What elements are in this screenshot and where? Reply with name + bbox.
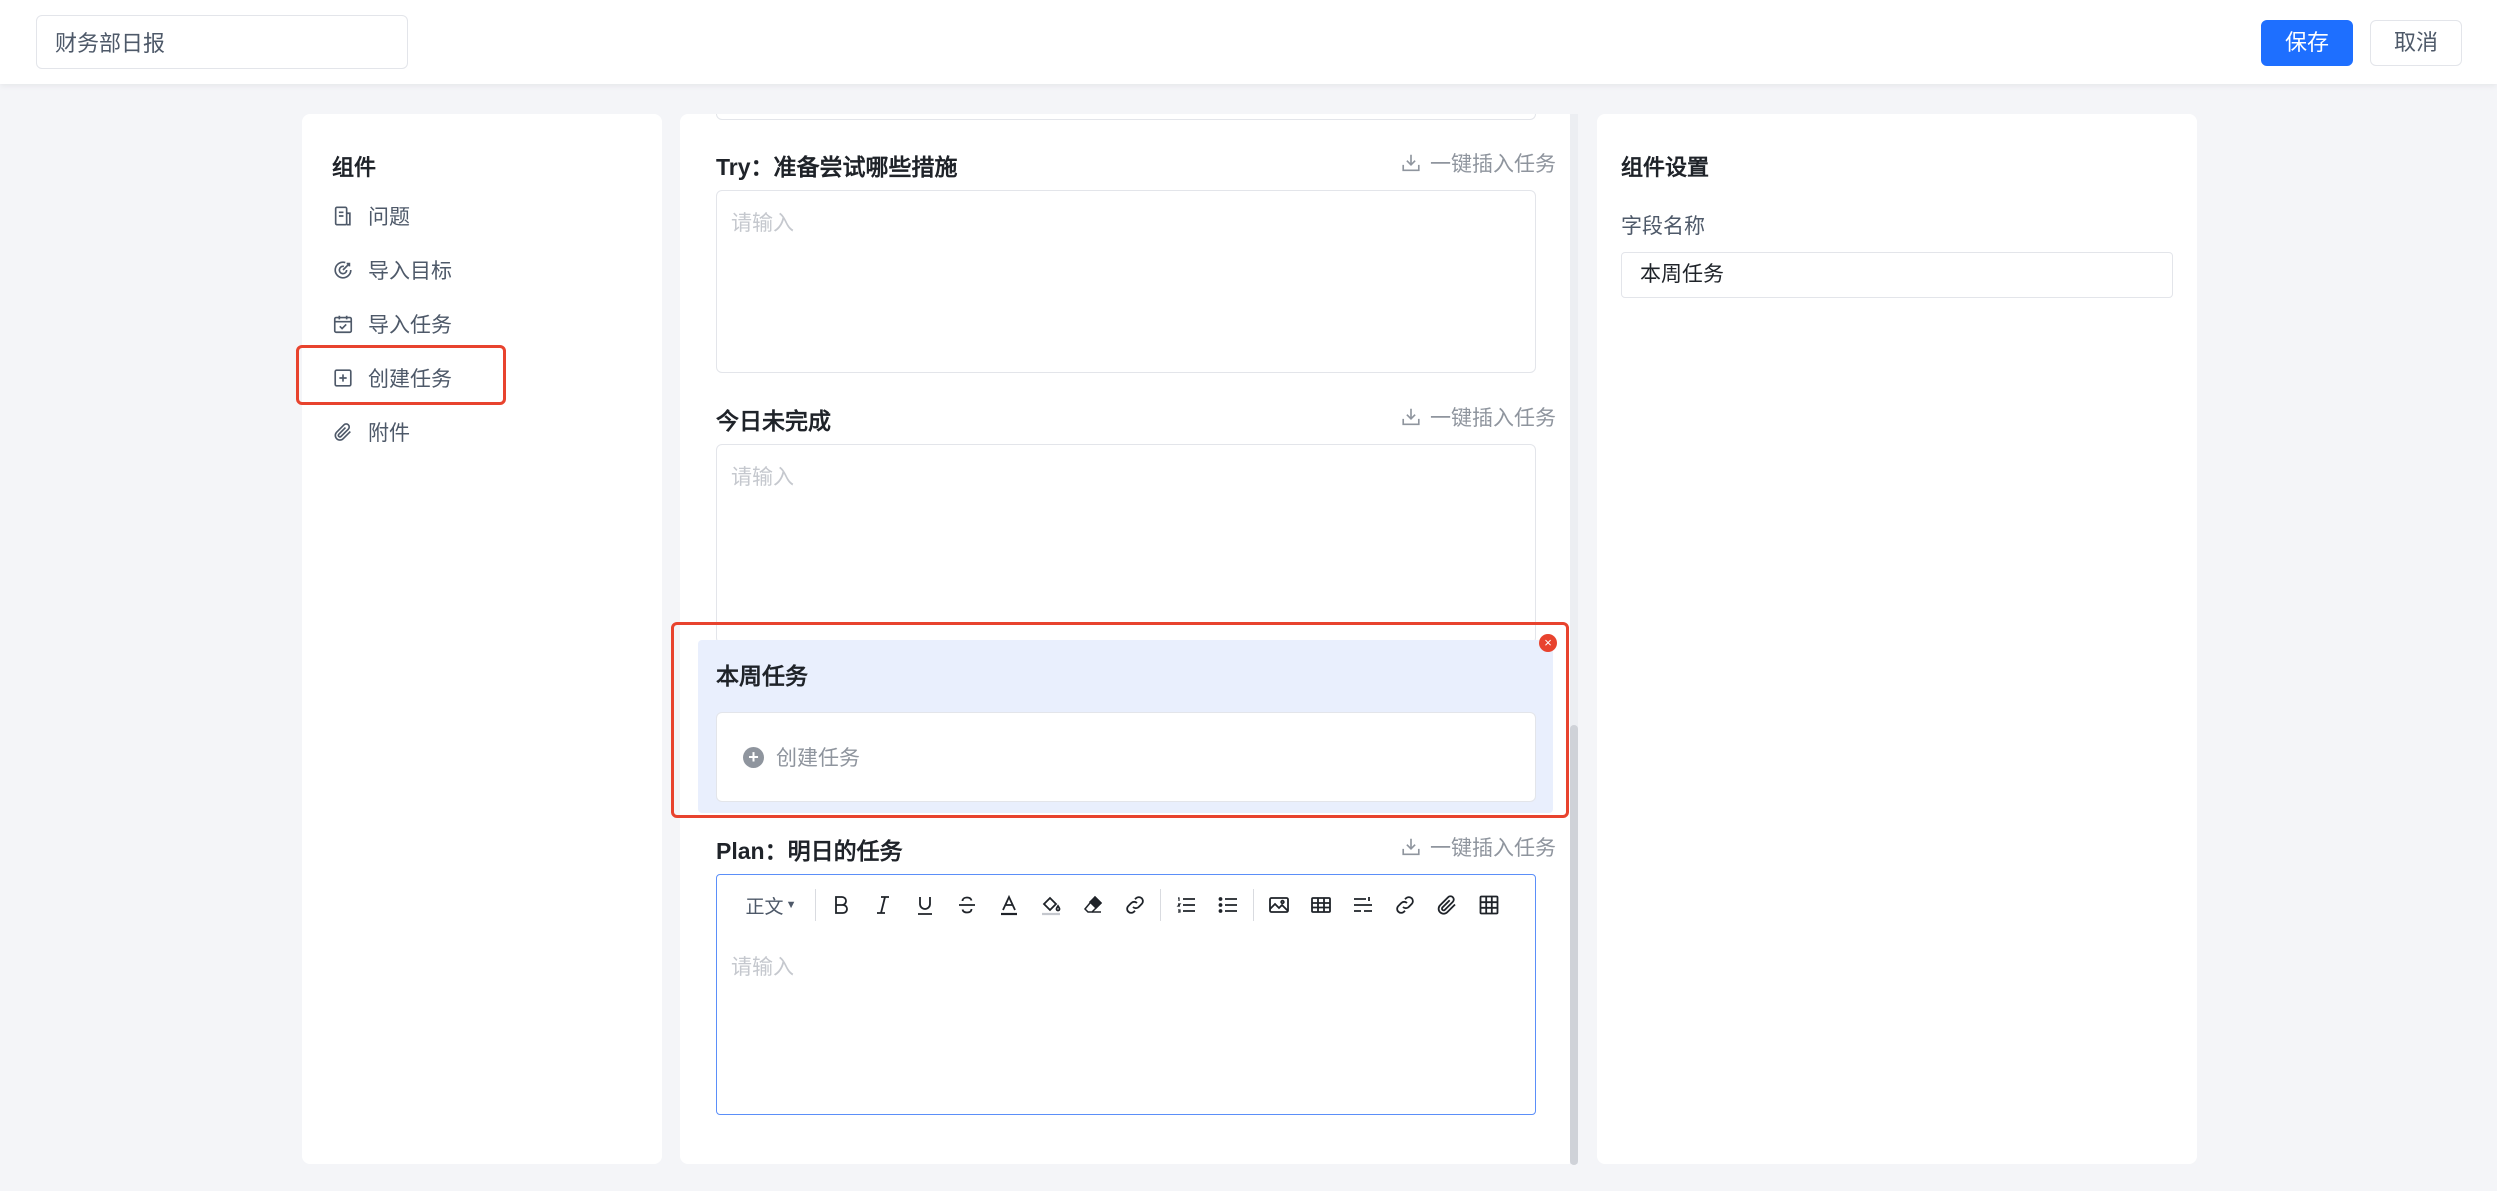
field-name-input[interactable]: 本周任务 — [1621, 252, 2173, 298]
download-tray-icon — [1402, 838, 1420, 856]
editor-placeholder: 请输入 — [731, 956, 794, 979]
save-button[interactable]: 保存 — [2261, 20, 2353, 66]
insert-task-label: 一键插入任务 — [1430, 153, 1556, 176]
report-title-input[interactable] — [36, 15, 408, 69]
insert-task-label: 一键插入任务 — [1430, 837, 1556, 860]
remove-block-icon[interactable]: × — [1539, 634, 1557, 652]
download-tray-icon — [1402, 154, 1420, 172]
component-item-label: 创建任务 — [368, 368, 452, 391]
italic-button[interactable] — [862, 887, 904, 923]
editor-toolbar: 正文 ▼ — [731, 887, 1510, 923]
clear-format-button[interactable] — [1072, 887, 1114, 923]
insert-image-button[interactable] — [1258, 887, 1300, 923]
plus-square-icon — [332, 367, 354, 389]
insert-table-button[interactable] — [1300, 887, 1342, 923]
block-title: 本周任务 — [716, 663, 808, 689]
paperclip-icon — [332, 421, 354, 443]
form-canvas[interactable]: Try：准备尝试哪些措施 一键插入任务 请输入 今日未完成 一键插入任务 请输入… — [680, 114, 1576, 1164]
bold-icon — [835, 896, 848, 914]
insert-task-label: 一键插入任务 — [1430, 407, 1556, 430]
paragraph-style-dropdown[interactable]: 正文 ▼ — [731, 892, 811, 919]
link-icon — [1126, 896, 1144, 914]
font-color-button[interactable] — [988, 887, 1030, 923]
components-title: 组件 — [332, 155, 377, 180]
components-panel: 组件 问题 导入目标 导入任务 创建任务 附件 — [302, 114, 662, 1164]
try-textbox[interactable]: 请输入 — [716, 190, 1536, 373]
component-item-label: 导入任务 — [368, 314, 452, 337]
ordered-list-button[interactable] — [1165, 887, 1207, 923]
top-bar: 保存 取消 — [0, 0, 2497, 84]
component-item-question[interactable]: 问题 — [332, 194, 592, 238]
textbox-placeholder: 请输入 — [731, 466, 794, 489]
strikethrough-button[interactable] — [946, 887, 988, 923]
insert-task-link[interactable]: 一键插入任务 — [1400, 402, 1556, 432]
paperclip-icon — [1437, 895, 1456, 915]
italic-icon — [877, 896, 889, 914]
previous-textbox-edge — [716, 114, 1536, 120]
toolbar-divider — [1253, 889, 1254, 921]
download-tray-icon — [1402, 408, 1420, 426]
bullet-list-icon — [1218, 897, 1237, 913]
document-icon — [332, 205, 354, 227]
cancel-button[interactable]: 取消 — [2370, 20, 2462, 66]
settings-title: 组件设置 — [1621, 155, 1710, 180]
insert-task-link[interactable]: 一键插入任务 — [1400, 148, 1556, 178]
plan-rich-editor[interactable]: 正文 ▼ 请输入 — [716, 874, 1536, 1115]
textbox-placeholder: 请输入 — [731, 212, 794, 235]
strikethrough-icon — [959, 896, 975, 914]
field-name-label: 字段名称 — [1621, 215, 1705, 238]
caret-down-icon: ▼ — [785, 899, 797, 911]
link-button[interactable] — [1114, 887, 1156, 923]
weekly-task-block[interactable]: 本周任务 + 创建任务 — [698, 640, 1553, 813]
unfinished-textbox[interactable]: 请输入 — [716, 444, 1536, 644]
eraser-icon — [1083, 895, 1103, 913]
horizontal-rule-icon — [1354, 897, 1372, 912]
bold-button[interactable] — [820, 887, 862, 923]
attachment-button[interactable] — [1426, 887, 1468, 923]
insert-task-link[interactable]: 一键插入任务 — [1400, 832, 1556, 862]
section-title: Try：准备尝试哪些措施 — [716, 154, 958, 180]
component-item-import-goal[interactable]: 导入目标 — [332, 248, 592, 292]
plus-circle-icon: + — [743, 746, 764, 768]
highlight-color-button[interactable] — [1030, 887, 1072, 923]
settings-panel: 组件设置 字段名称 本周任务 — [1597, 114, 2197, 1164]
font-color-icon — [1001, 894, 1017, 916]
paint-bucket-icon — [1042, 896, 1061, 916]
create-task-button[interactable]: + 创建任务 — [716, 712, 1536, 802]
grid-table-button[interactable] — [1468, 887, 1510, 923]
table-icon — [1311, 897, 1331, 913]
underline-icon — [918, 897, 932, 915]
component-item-label: 问题 — [368, 206, 410, 229]
paragraph-style-label: 正文 — [745, 896, 784, 918]
section-title: 今日未完成 — [716, 408, 831, 434]
divider-button[interactable] — [1342, 887, 1384, 923]
insert-link-button[interactable] — [1384, 887, 1426, 923]
component-item-label: 附件 — [368, 422, 410, 445]
create-task-label: 创建任务 — [776, 747, 860, 770]
toolbar-divider — [815, 889, 816, 921]
target-icon — [332, 259, 354, 281]
underline-button[interactable] — [904, 887, 946, 923]
bullet-list-button[interactable] — [1207, 887, 1249, 923]
link-icon — [1396, 896, 1414, 914]
grid-icon — [1479, 895, 1499, 915]
image-icon — [1269, 897, 1289, 913]
toolbar-divider — [1160, 889, 1161, 921]
calendar-check-icon — [332, 313, 354, 335]
component-item-create-task[interactable]: 创建任务 — [332, 356, 592, 400]
component-item-import-task[interactable]: 导入任务 — [332, 302, 592, 346]
form-scrollbar-thumb[interactable] — [1570, 725, 1578, 1165]
component-item-label: 导入目标 — [368, 260, 452, 283]
ordered-list-icon — [1176, 897, 1195, 913]
section-title: Plan：明日的任务 — [716, 838, 903, 864]
component-item-attachment[interactable]: 附件 — [332, 410, 592, 454]
